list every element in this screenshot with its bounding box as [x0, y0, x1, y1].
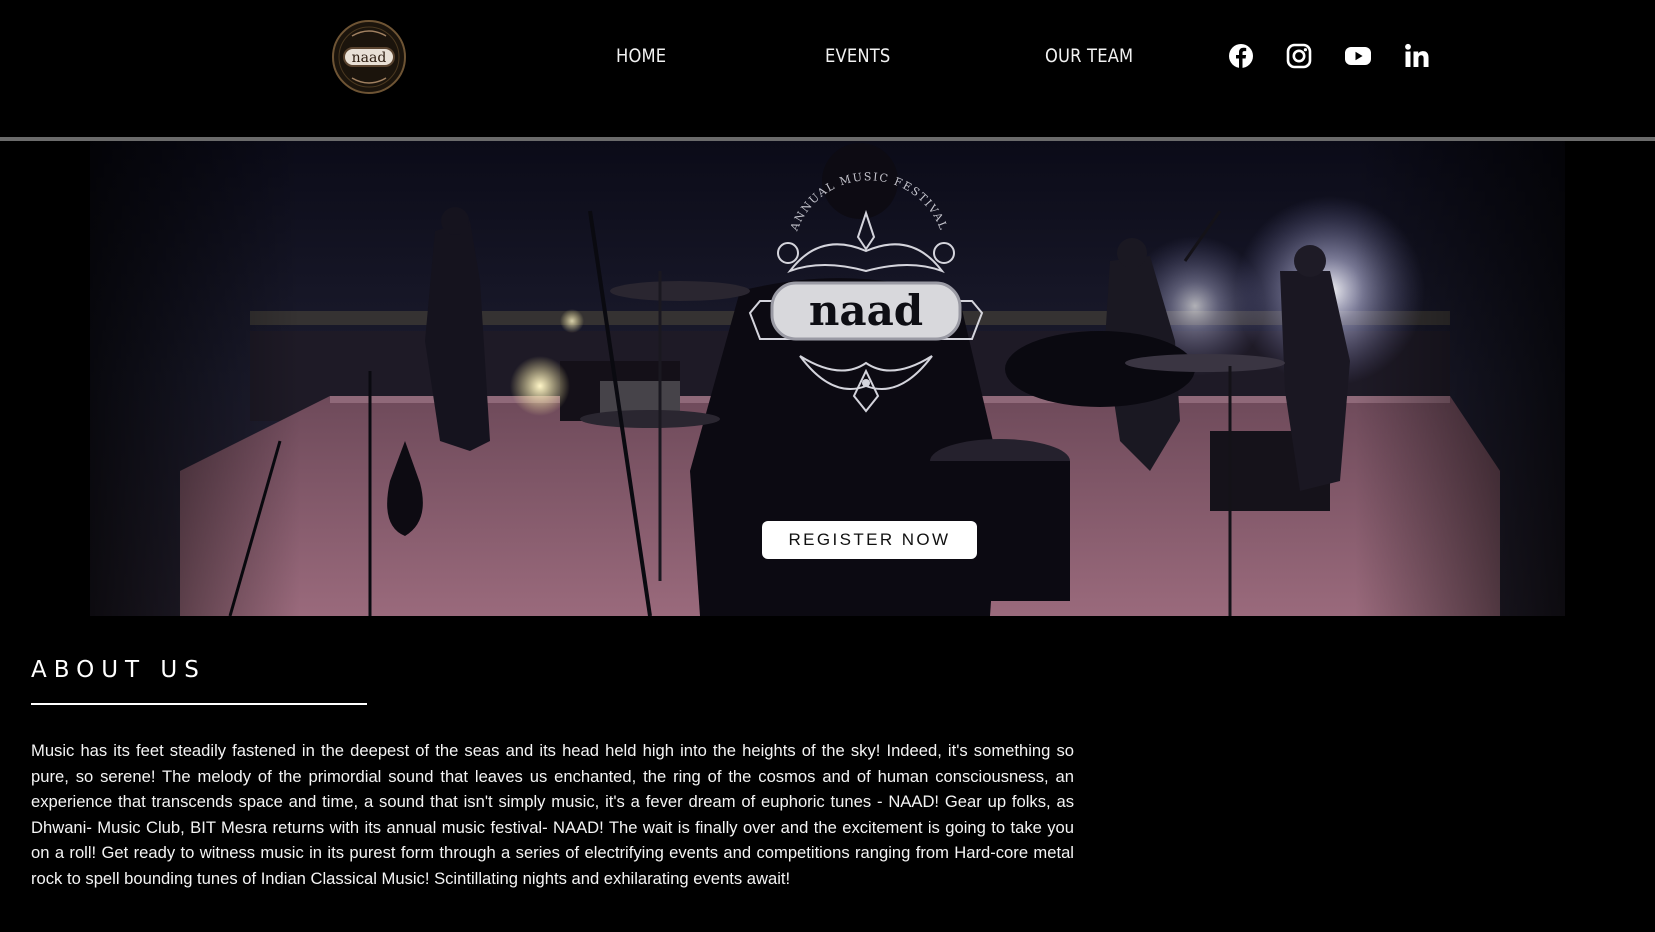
emblem-logo-text: naad [809, 286, 923, 335]
youtube-icon[interactable] [1344, 42, 1372, 70]
linkedin-icon[interactable] [1403, 42, 1431, 70]
nav-our-team[interactable]: OUR TEAM [1045, 45, 1133, 71]
about-us-heading: ABOUT US [31, 657, 206, 683]
nav-events[interactable]: EVENTS [825, 45, 890, 71]
header-logo[interactable]: naad [330, 18, 408, 96]
about-us-underline [31, 703, 367, 705]
register-now-button[interactable]: REGISTER NOW [762, 521, 977, 559]
about-us-body: Music has its feet steadily fastened in … [31, 741, 1074, 888]
header-logo-text: naad [352, 50, 387, 66]
site-header: naad HOME EVENTS OUR TEAM [0, 0, 1655, 138]
hero-banner: ANNUAL MUSIC FESTIVAL naad REGISTER NOW [0, 141, 1655, 616]
facebook-icon[interactable] [1227, 42, 1255, 70]
instagram-icon[interactable] [1285, 42, 1313, 70]
nav-home[interactable]: HOME [616, 45, 666, 71]
